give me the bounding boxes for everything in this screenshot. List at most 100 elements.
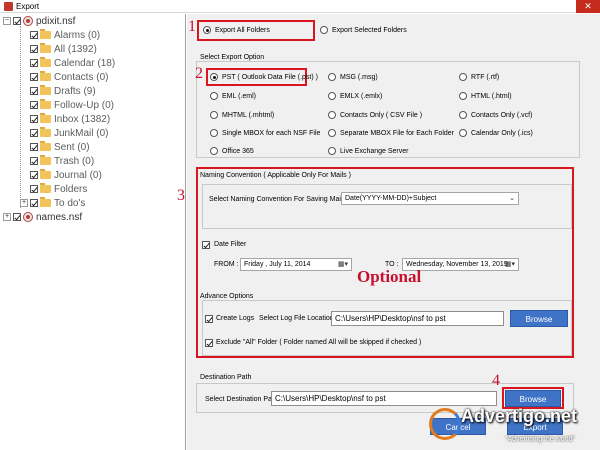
radio-export-selected-folders[interactable]: Export Selected Folders (320, 26, 407, 34)
radio-office-365[interactable]: Office 365 (210, 147, 254, 155)
radio-unselected-icon[interactable] (210, 129, 218, 137)
option-label: EMLX (.emlx) (340, 92, 383, 100)
checkbox-checked-icon[interactable] (30, 73, 38, 81)
checkbox-checked-icon[interactable] (13, 17, 21, 25)
tree-item-sent[interactable]: Sent (0) (30, 141, 90, 153)
radio-contacts-csv[interactable]: Contacts Only ( CSV File ) (328, 111, 422, 119)
group-title-export-option: Select Export Option (198, 54, 267, 61)
checkbox-checked-icon[interactable] (30, 143, 38, 151)
log-location-label: Select Log File Location : (259, 315, 338, 322)
radio-unselected-icon[interactable] (328, 129, 336, 137)
tree-item-label: Alarms (0) (54, 29, 101, 41)
radio-pst[interactable]: PST ( Outlook Data File (.pst) ) (210, 73, 318, 81)
option-label: RTF (.rtf) (471, 73, 500, 81)
folder-icon (40, 197, 51, 207)
expand-icon[interactable]: + (3, 213, 11, 221)
date-filter-checkbox[interactable] (202, 241, 210, 249)
checkbox-checked-icon[interactable] (30, 115, 38, 123)
watermark-logo-icon (429, 408, 461, 440)
naming-label: Select Naming Convention For Saving Mail… (209, 196, 346, 203)
radio-calendar-ics[interactable]: Calendar Only (.ics) (459, 129, 533, 137)
radio-contacts-vcf[interactable]: Contacts Only (.vcf) (459, 111, 532, 119)
radio-separate-mbox[interactable]: Separate MBOX File for Each Folder (328, 129, 454, 137)
radio-export-all-folders[interactable]: Export All Folders (203, 26, 270, 34)
checkbox-checked-icon[interactable] (30, 171, 38, 179)
radio-unselected-icon[interactable] (459, 111, 467, 119)
tree-item-folders[interactable]: Folders (30, 183, 87, 195)
destination-path-input[interactable]: C:\Users\HP\Desktop\nsf to pst (271, 391, 497, 406)
folder-icon (40, 85, 51, 95)
checkbox-checked-icon[interactable] (30, 157, 38, 165)
log-location-input[interactable]: C:\Users\HP\Desktop\nsf to pst (331, 311, 504, 326)
exclude-all-label: Exclude "All" Folder ( Folder named All … (216, 339, 422, 346)
naming-convention-select[interactable]: Date(YYYY-MM-DD)+Subject ⌄ (341, 192, 519, 205)
from-label: FROM : (214, 261, 239, 268)
expand-icon[interactable]: + (20, 199, 28, 207)
tree-item-junkmail[interactable]: JunkMail (0) (30, 127, 108, 139)
tree-item-inbox[interactable]: Inbox (1382) (30, 113, 110, 125)
radio-unselected-icon[interactable] (328, 147, 336, 155)
radio-html[interactable]: HTML (.html) (459, 92, 512, 100)
checkbox-checked-icon[interactable] (30, 129, 38, 137)
radio-unselected-icon[interactable] (210, 147, 218, 155)
checkbox-checked-icon[interactable] (13, 213, 21, 221)
checkbox-checked-icon[interactable] (30, 59, 38, 67)
radio-mhtml[interactable]: MHTML (.mhtml) (210, 111, 274, 119)
collapse-icon[interactable]: − (3, 17, 11, 25)
radio-unselected-icon[interactable] (210, 111, 218, 119)
folder-icon (40, 71, 51, 81)
log-browse-button[interactable]: Browse (510, 310, 568, 327)
create-logs-checkbox[interactable] (205, 315, 213, 323)
radio-eml[interactable]: EML (.eml) (210, 92, 256, 100)
radio-unselected-icon[interactable] (328, 92, 336, 100)
destination-browse-button[interactable]: Browse (505, 390, 561, 407)
checkbox-checked-icon[interactable] (30, 185, 38, 193)
tree-item-alarms[interactable]: Alarms (0) (30, 29, 100, 41)
tree-item-contacts[interactable]: Contacts (0) (30, 71, 108, 83)
tree-node-pdixit[interactable]: − pdixit.nsf (3, 15, 75, 27)
checkbox-checked-icon[interactable] (30, 199, 38, 207)
radio-unselected-icon[interactable] (210, 92, 218, 100)
tree-item-follow-up[interactable]: Follow-Up (0) (30, 99, 114, 111)
radio-live-exchange[interactable]: Live Exchange Server (328, 147, 408, 155)
tree-item-journal[interactable]: Journal (0) (30, 169, 102, 181)
option-label: Contacts Only (.vcf) (471, 111, 533, 119)
radio-rtf[interactable]: RTF (.rtf) (459, 73, 499, 81)
annotation-step-1: 1 (188, 18, 196, 35)
export-settings-panel: 1 Export All Folders Export Selected Fol… (177, 14, 600, 450)
title-bar: Export ✕ (0, 0, 600, 13)
radio-single-mbox[interactable]: Single MBOX for each NSF File (210, 129, 320, 137)
tree-node-names[interactable]: + names.nsf (3, 211, 82, 223)
folder-icon (40, 29, 51, 39)
radio-unselected-icon[interactable] (328, 111, 336, 119)
radio-unselected-icon[interactable] (459, 92, 467, 100)
radio-selected-icon[interactable] (203, 26, 211, 34)
folder-icon (40, 113, 51, 123)
from-date-value: Friday , July 11, 2014 (244, 261, 311, 268)
nsf-file-icon (23, 212, 33, 222)
close-icon[interactable]: ✕ (576, 0, 600, 13)
group-title-naming: Naming Convention ( Applicable Only For … (200, 172, 351, 179)
radio-selected-icon[interactable] (210, 73, 218, 81)
radio-unselected-icon[interactable] (328, 73, 336, 81)
checkbox-checked-icon[interactable] (30, 101, 38, 109)
tree-item-to-dos[interactable]: + To do's (20, 197, 85, 209)
tree-item-drafts[interactable]: Drafts (9) (30, 85, 96, 97)
watermark-tagline: "Advertising the world" (505, 436, 575, 443)
from-date-picker[interactable]: Friday , July 11, 2014 ▦▾ (240, 258, 352, 271)
tree-item-trash[interactable]: Trash (0) (30, 155, 94, 167)
exclude-all-checkbox[interactable] (205, 339, 213, 347)
radio-msg[interactable]: MSG (.msg) (328, 73, 378, 81)
checkbox-checked-icon[interactable] (30, 45, 38, 53)
watermark-text: Advertigo.net (461, 406, 578, 426)
tree-item-label: JunkMail (0) (54, 127, 109, 139)
tree-item-all[interactable]: All (1392) (30, 43, 97, 55)
checkbox-checked-icon[interactable] (30, 87, 38, 95)
radio-unselected-icon[interactable] (459, 73, 467, 81)
folder-icon (40, 127, 51, 137)
radio-unselected-icon[interactable] (320, 26, 328, 34)
radio-unselected-icon[interactable] (459, 129, 467, 137)
checkbox-checked-icon[interactable] (30, 31, 38, 39)
radio-emlx[interactable]: EMLX (.emlx) (328, 92, 382, 100)
tree-item-calendar[interactable]: Calendar (18) (30, 57, 115, 69)
